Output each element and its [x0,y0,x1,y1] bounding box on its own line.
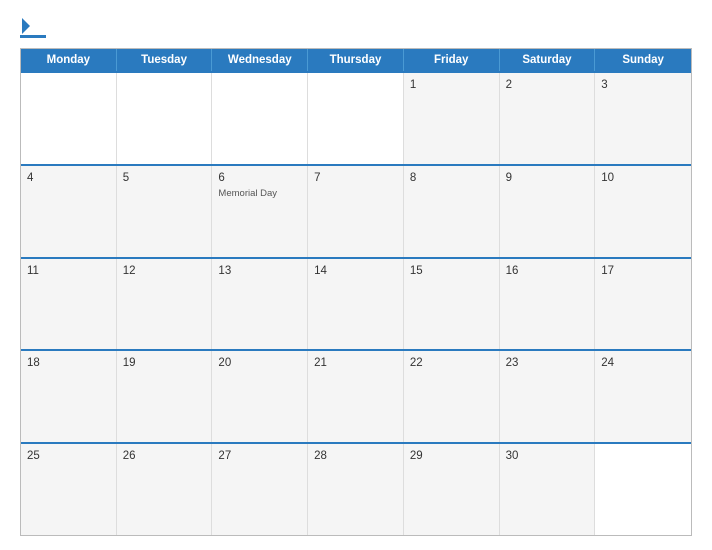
day-number: 12 [123,264,206,279]
logo-triangle-icon [22,18,30,34]
day-number: 29 [410,449,493,464]
col-header-monday: Monday [21,49,117,71]
day-number: 30 [506,449,589,464]
calendar-cell: 15 [404,259,500,350]
calendar-cell: 10 [595,166,691,257]
calendar-week-1: 456 Memorial Day 789 10 [21,164,691,257]
calendar-cell: 4 [21,166,117,257]
day-number: 1 [410,78,493,93]
calendar-cell: 26 [117,444,213,535]
day-number: 5 [123,171,206,186]
col-header-wednesday: Wednesday [212,49,308,71]
day-number: 10 [601,171,685,186]
calendar-cell: 8 [404,166,500,257]
col-header-tuesday: Tuesday [117,49,213,71]
header [20,18,692,38]
day-number: 2 [506,78,589,93]
calendar-cell [21,73,117,164]
calendar-cell: 23 [500,351,596,442]
calendar-cell: 2 [500,73,596,164]
calendar-week-4: 25 26 27 28 29 30 [21,442,691,535]
calendar-cell: 27 [212,444,308,535]
calendar-cell: 11 [21,259,117,350]
day-number: 19 [123,356,206,371]
calendar-cell [595,444,691,535]
day-number: 23 [506,356,589,371]
calendar-cell: 21 [308,351,404,442]
day-number: 17 [601,264,685,279]
day-number: 27 [218,449,301,464]
day-number: 14 [314,264,397,279]
day-number: 16 [506,264,589,279]
day-number: 9 [506,171,589,186]
day-number: 15 [410,264,493,279]
calendar-cell: 16 [500,259,596,350]
day-number: 3 [601,78,685,93]
calendar-page: MondayTuesdayWednesdayThursdayFridaySatu… [0,0,712,550]
calendar-cell: 25 [21,444,117,535]
calendar-cell [117,73,213,164]
calendar-cell: 9 [500,166,596,257]
calendar-cell: 19 [117,351,213,442]
calendar: MondayTuesdayWednesdayThursdayFridaySatu… [20,48,692,536]
calendar-cell: 5 [117,166,213,257]
calendar-cell: 28 [308,444,404,535]
day-number: 18 [27,356,110,371]
calendar-cell: 17 [595,259,691,350]
day-number: 25 [27,449,110,464]
event-label: Memorial Day [218,188,301,199]
calendar-cell: 6 Memorial Day [212,166,308,257]
calendar-cell: 29 [404,444,500,535]
calendar-body: 123456Memorial Day7891011121314151617181… [21,71,691,535]
calendar-cell: 3 [595,73,691,164]
col-header-thursday: Thursday [308,49,404,71]
day-number: 7 [314,171,397,186]
day-number: 6 [218,171,301,186]
day-number: 26 [123,449,206,464]
day-number: 22 [410,356,493,371]
calendar-cell: 7 [308,166,404,257]
logo-underline [20,35,46,38]
col-header-saturday: Saturday [500,49,596,71]
calendar-week-3: 18 19 20 21 22 23 24 [21,349,691,442]
calendar-cell: 22 [404,351,500,442]
day-number: 13 [218,264,301,279]
col-header-friday: Friday [404,49,500,71]
day-number: 21 [314,356,397,371]
day-number: 24 [601,356,685,371]
calendar-week-0: 123 [21,71,691,164]
calendar-cell: 18 [21,351,117,442]
calendar-header-row: MondayTuesdayWednesdayThursdayFridaySatu… [21,49,691,71]
day-number: 28 [314,449,397,464]
col-header-sunday: Sunday [595,49,691,71]
day-number: 4 [27,171,110,186]
day-number: 20 [218,356,301,371]
calendar-cell: 30 [500,444,596,535]
calendar-cell [212,73,308,164]
calendar-cell: 24 [595,351,691,442]
logo [20,18,48,38]
calendar-cell: 13 [212,259,308,350]
calendar-cell: 20 [212,351,308,442]
calendar-cell: 14 [308,259,404,350]
calendar-cell [308,73,404,164]
day-number: 8 [410,171,493,186]
calendar-cell: 1 [404,73,500,164]
day-number: 11 [27,264,110,279]
calendar-week-2: 11 12 13 14 15 16 17 [21,257,691,350]
calendar-cell: 12 [117,259,213,350]
